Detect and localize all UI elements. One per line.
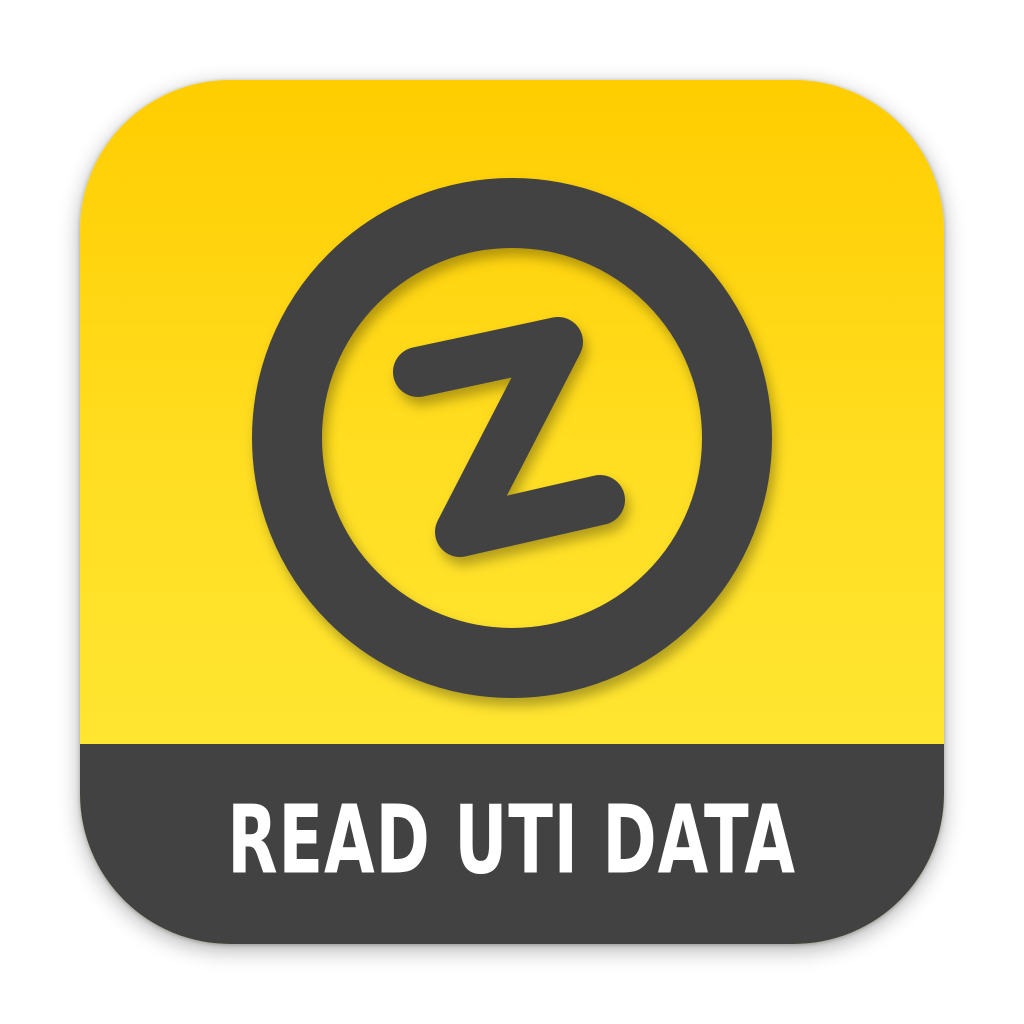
app-icon[interactable]: READ UTI DATA (80, 80, 944, 944)
app-label: READ UTI DATA (227, 785, 797, 895)
label-band: READ UTI DATA (80, 744, 944, 944)
logo-z-glyph (393, 317, 625, 557)
z-in-circle-logo-icon (252, 178, 772, 698)
icon-canvas: READ UTI DATA (0, 0, 1024, 1024)
